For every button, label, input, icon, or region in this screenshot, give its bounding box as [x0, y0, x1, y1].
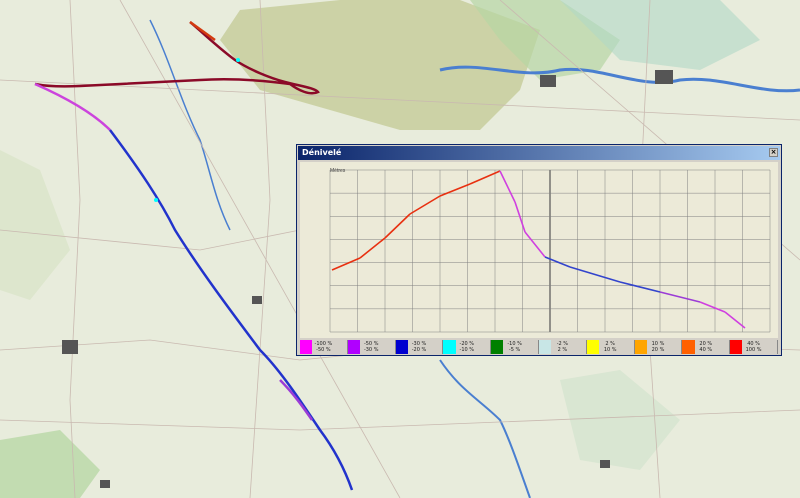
- legend-swatch: [682, 340, 695, 354]
- legend-swatch: [347, 340, 360, 354]
- legend-swatch: [730, 340, 743, 354]
- legend-entry: -100 % -50 %: [300, 340, 348, 354]
- legend-swatch: [634, 340, 647, 354]
- legend-entry: 20 % 40 %: [682, 340, 731, 354]
- legend-entry: 2 % 10 %: [586, 340, 635, 354]
- window-titlebar[interactable]: Dénivelé ×: [298, 146, 780, 160]
- close-button[interactable]: ×: [769, 148, 778, 157]
- track-marker: [154, 198, 158, 202]
- legend-entry: 10 % 20 %: [634, 340, 683, 354]
- legend-swatch: [586, 340, 599, 354]
- y-axis-label: Mètres: [330, 168, 346, 174]
- legend-swatch: [491, 340, 504, 354]
- close-icon: ×: [770, 148, 777, 156]
- legend-swatch: [538, 340, 552, 354]
- legend-swatch: [443, 340, 456, 354]
- legend-entry: -50 % -30 %: [347, 340, 396, 354]
- legend-entry: -30 % -20 %: [395, 340, 444, 354]
- legend-entry: -10 % -5 %: [491, 340, 539, 354]
- legend-entry: 40 % 100 %: [730, 340, 778, 354]
- legend-swatch: [395, 340, 408, 354]
- legend-entry: -2 % 2 %: [538, 340, 587, 354]
- window-title: Dénivelé: [302, 148, 342, 157]
- legend-entry: -20 % -10 %: [443, 340, 492, 354]
- track-marker: [236, 58, 240, 62]
- elevation-chart[interactable]: Mètres: [300, 162, 778, 338]
- elevation-profile-window[interactable]: Dénivelé × Mètres -100 % -50 % -50 % -30 % -…: [296, 144, 782, 356]
- slope-legend: -100 % -50 % -50 % -30 % -30 % -20 % -20 % -10 …: [300, 340, 778, 354]
- legend-swatch: [300, 340, 313, 354]
